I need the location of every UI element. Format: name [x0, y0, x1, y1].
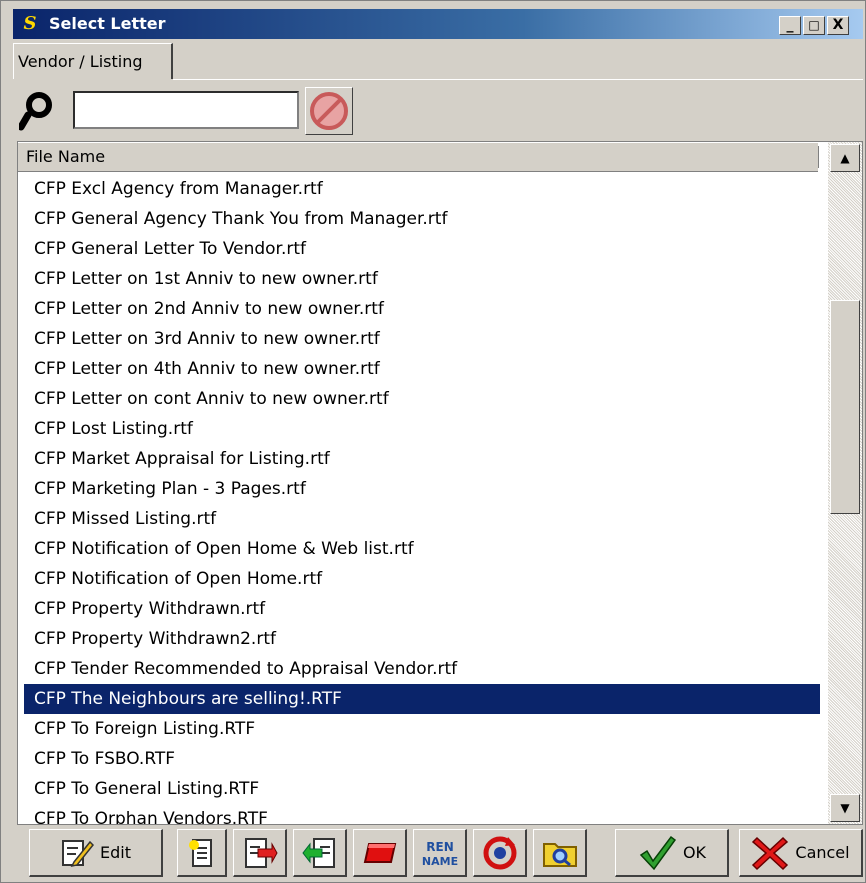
browse-folder-button[interactable]	[533, 829, 587, 877]
edit-icon	[62, 839, 94, 867]
import-button[interactable]	[233, 829, 287, 877]
minimize-button[interactable]: _	[779, 16, 801, 35]
maximize-button[interactable]: □	[803, 16, 825, 35]
list-item[interactable]: CFP General Letter To Vendor.rtf	[24, 234, 820, 264]
list-item[interactable]: CFP Property Withdrawn.rtf	[24, 594, 820, 624]
new-document-button[interactable]	[177, 829, 227, 877]
list-item[interactable]: CFP Letter on cont Anniv to new owner.rt…	[24, 384, 820, 414]
list-item[interactable]: CFP Excl Agency from Manager.rtf	[24, 174, 820, 204]
select-letter-window: S Select Letter _ □ X Vendor / Listing F…	[0, 0, 866, 883]
tab-divider	[173, 79, 863, 80]
svg-text:NAME: NAME	[422, 855, 458, 868]
cancel-x-icon	[752, 836, 789, 870]
tab-vendor-listing[interactable]: Vendor / Listing	[13, 43, 173, 79]
list-item[interactable]: CFP Letter on 2nd Anniv to new owner.rtf	[24, 294, 820, 324]
browse-folder-icon	[542, 842, 577, 867]
clear-search-button[interactable]	[305, 87, 353, 135]
tab-strip: Vendor / Listing	[13, 41, 863, 81]
scroll-thumb[interactable]	[830, 300, 860, 514]
cancel-label: Cancel	[795, 843, 850, 862]
search-input[interactable]	[73, 91, 299, 129]
list-item[interactable]: CFP Notification of Open Home.rtf	[24, 564, 820, 594]
list-item[interactable]: CFP Letter on 4th Anniv to new owner.rtf	[24, 354, 820, 384]
new-document-icon	[188, 838, 212, 867]
file-list[interactable]: File Name CFP Excl Agency from Manager.r…	[17, 141, 863, 825]
rename-button[interactable]: REN NAME	[413, 829, 467, 877]
edit-label: Edit	[100, 843, 131, 862]
ok-check-icon	[639, 835, 676, 870]
list-item[interactable]: CFP To Orphan Vendors.RTF	[24, 804, 820, 824]
search-bar	[13, 83, 863, 139]
eraser-button[interactable]	[353, 829, 407, 877]
rename-icon: REN NAME	[422, 840, 458, 868]
window-title: Select Letter	[49, 14, 166, 33]
list-item[interactable]: CFP Letter on 3rd Anniv to new owner.rtf	[24, 324, 820, 354]
list-item[interactable]: CFP To Foreign Listing.RTF	[24, 714, 820, 744]
list-item[interactable]: CFP Market Appraisal for Listing.rtf	[24, 444, 820, 474]
svg-text:REN: REN	[426, 840, 453, 854]
no-entry-icon	[310, 92, 348, 130]
list-item[interactable]: CFP Letter on 1st Anniv to new owner.rtf	[24, 264, 820, 294]
list-item[interactable]: CFP To General Listing.RTF	[24, 774, 820, 804]
search-icon	[17, 89, 71, 133]
vertical-scrollbar[interactable]: ▲ ▼	[828, 142, 862, 824]
refresh-button[interactable]	[473, 829, 527, 877]
eraser-icon	[363, 842, 396, 863]
export-button[interactable]	[293, 829, 347, 877]
close-button[interactable]: X	[827, 16, 849, 35]
title-bar[interactable]: S Select Letter _ □ X	[13, 9, 863, 39]
file-list-rows: CFP Excl Agency from Manager.rtf CFP Gene…	[18, 174, 826, 824]
list-item[interactable]: CFP Notification of Open Home & Web list…	[24, 534, 820, 564]
scroll-up-button[interactable]: ▲	[830, 144, 860, 172]
import-icon	[244, 837, 278, 868]
app-icon: S	[23, 13, 37, 34]
ok-button[interactable]: OK	[615, 829, 729, 877]
list-item[interactable]: CFP Marketing Plan - 3 Pages.rtf	[24, 474, 820, 504]
export-icon	[301, 837, 335, 868]
bottom-toolbar: Edit REN NAME OK Cancel	[13, 825, 863, 881]
list-item[interactable]: CFP The Neighbours are selling!.RTF	[24, 684, 820, 714]
list-item[interactable]: CFP Missed Listing.rtf	[24, 504, 820, 534]
list-item[interactable]: CFP To FSBO.RTF	[24, 744, 820, 774]
column-header-file-name[interactable]: File Name	[18, 142, 819, 172]
ok-label: OK	[682, 843, 707, 862]
list-item[interactable]: CFP Lost Listing.rtf	[24, 414, 820, 444]
list-item[interactable]: CFP Tender Recommended to Appraisal Vend…	[24, 654, 820, 684]
refresh-icon	[483, 836, 516, 869]
list-item[interactable]: CFP General Agency Thank You from Manage…	[24, 204, 820, 234]
list-item[interactable]: CFP Property Withdrawn2.rtf	[24, 624, 820, 654]
scroll-down-button[interactable]: ▼	[830, 794, 860, 822]
cancel-button[interactable]: Cancel	[739, 829, 863, 877]
edit-button[interactable]: Edit	[29, 829, 163, 877]
